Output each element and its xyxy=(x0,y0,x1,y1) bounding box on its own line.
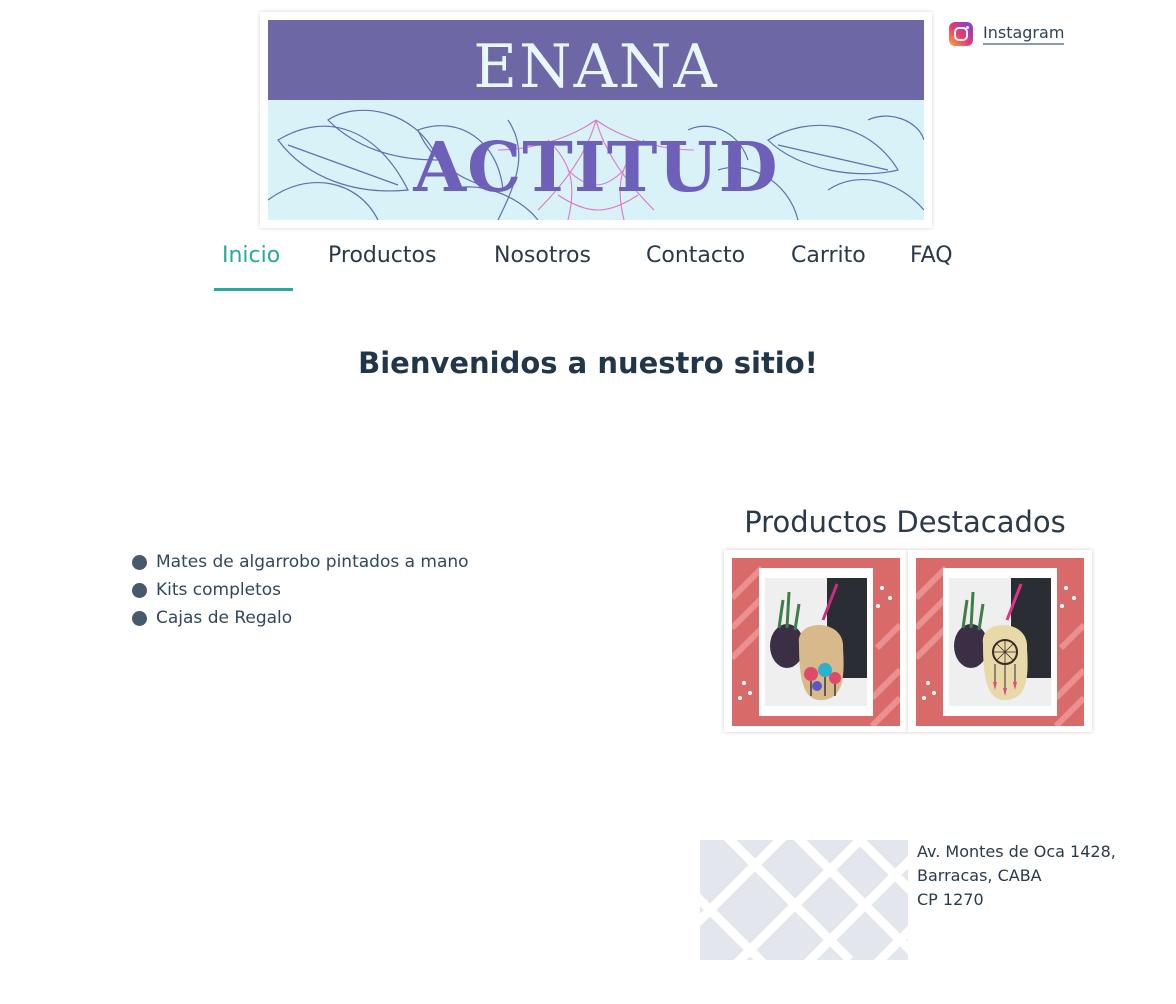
bullet-icon xyxy=(132,554,147,570)
product-image[interactable] xyxy=(732,558,900,726)
map-thumbnail[interactable] xyxy=(700,840,908,960)
product-card[interactable] xyxy=(724,550,908,732)
instagram-icon xyxy=(949,22,973,46)
instagram-label: Instagram xyxy=(983,23,1065,45)
nav-item-carrito[interactable]: Carrito xyxy=(791,243,866,268)
map-streets xyxy=(700,840,908,960)
banner-title-line1: ENANA xyxy=(473,32,719,102)
featured-title: Productos Destacados xyxy=(744,505,1066,539)
instagram-link[interactable]: Instagram xyxy=(949,22,1065,46)
photo-frame xyxy=(943,568,1057,716)
list-item-label: Mates de algarrobo pintados a mano xyxy=(156,552,469,572)
nav-item-productos[interactable]: Productos xyxy=(328,243,436,268)
feature-list: Mates de algarrobo pintados a mano Kits … xyxy=(132,548,469,632)
bullet-icon xyxy=(132,582,147,598)
page-title: Bienvenidos a nuestro sitio! xyxy=(358,346,818,380)
address-line: Av. Montes de Oca 1428, xyxy=(917,842,1116,861)
product-image[interactable] xyxy=(916,558,1084,726)
banner-title-line2: ACTITUD xyxy=(413,128,779,208)
nav-item-nosotros[interactable]: Nosotros xyxy=(494,243,591,268)
banner-image: ENANA ACTITUD xyxy=(268,20,924,220)
product-photo xyxy=(949,578,1051,706)
product-photo xyxy=(765,578,867,706)
nav-item-contacto[interactable]: Contacto xyxy=(646,243,745,268)
banner-frame: ENANA ACTITUD xyxy=(260,12,932,228)
photo-frame xyxy=(759,568,873,716)
product-card[interactable] xyxy=(908,550,1092,732)
bullet-icon xyxy=(132,610,147,626)
list-item-label: Kits completos xyxy=(156,580,282,600)
nav-item-inicio[interactable]: Inicio xyxy=(222,243,280,268)
mate-flores-illustration xyxy=(765,578,867,706)
list-item: Kits completos xyxy=(132,576,469,604)
list-item: Cajas de Regalo xyxy=(132,604,469,632)
address-line: CP 1270 xyxy=(917,890,984,909)
mate-atrapasuenos-illustration xyxy=(949,578,1051,706)
nav-item-faq[interactable]: FAQ xyxy=(910,243,953,268)
address-block: Av. Montes de Oca 1428, Barracas, CABA C… xyxy=(917,840,1116,912)
address-line: Barracas, CABA xyxy=(917,866,1042,885)
nav-active-indicator xyxy=(214,288,293,291)
list-item: Mates de algarrobo pintados a mano xyxy=(132,548,469,576)
list-item-label: Cajas de Regalo xyxy=(156,608,293,628)
